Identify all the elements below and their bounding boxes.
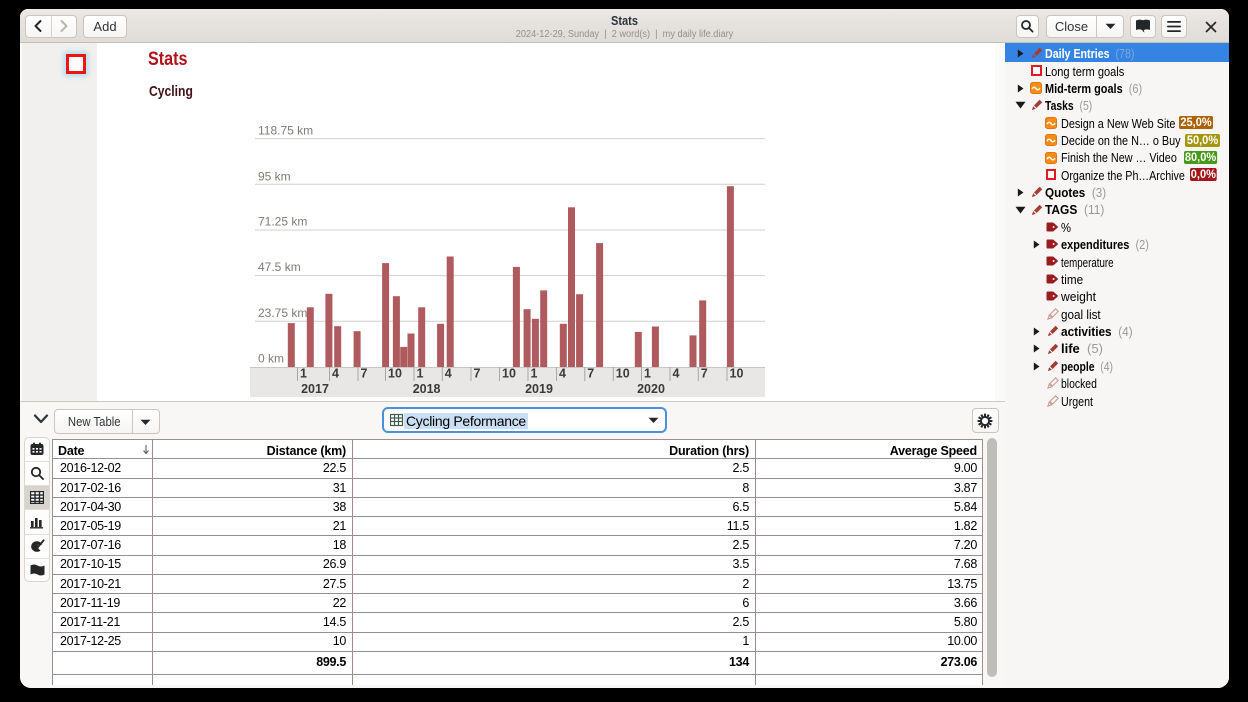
svg-text:1: 1 <box>300 367 307 381</box>
svg-text:4: 4 <box>445 367 452 381</box>
svg-text:7: 7 <box>361 367 368 381</box>
svg-text:95 km: 95 km <box>258 169 291 183</box>
svg-text:2019: 2019 <box>525 382 553 396</box>
svg-text:4: 4 <box>332 367 339 381</box>
svg-text:23.75 km: 23.75 km <box>258 306 307 320</box>
svg-text:118.75 km: 118.75 km <box>258 124 313 138</box>
svg-text:2017: 2017 <box>301 382 329 396</box>
svg-text:1: 1 <box>531 367 538 381</box>
svg-text:4: 4 <box>673 367 680 381</box>
svg-text:1: 1 <box>644 367 651 381</box>
svg-text:2018: 2018 <box>413 382 441 396</box>
svg-text:71.25 km: 71.25 km <box>258 215 307 229</box>
svg-text:0 km: 0 km <box>258 352 284 366</box>
svg-text:10: 10 <box>502 367 516 381</box>
svg-text:7: 7 <box>474 367 481 381</box>
svg-text:10: 10 <box>616 367 630 381</box>
svg-text:7: 7 <box>587 367 594 381</box>
svg-text:10: 10 <box>730 367 744 381</box>
svg-text:10: 10 <box>388 367 402 381</box>
svg-text:4: 4 <box>559 367 566 381</box>
svg-text:47.5 km: 47.5 km <box>258 260 301 274</box>
svg-text:2020: 2020 <box>637 382 665 396</box>
svg-text:1: 1 <box>417 367 424 381</box>
svg-text:7: 7 <box>701 367 708 381</box>
